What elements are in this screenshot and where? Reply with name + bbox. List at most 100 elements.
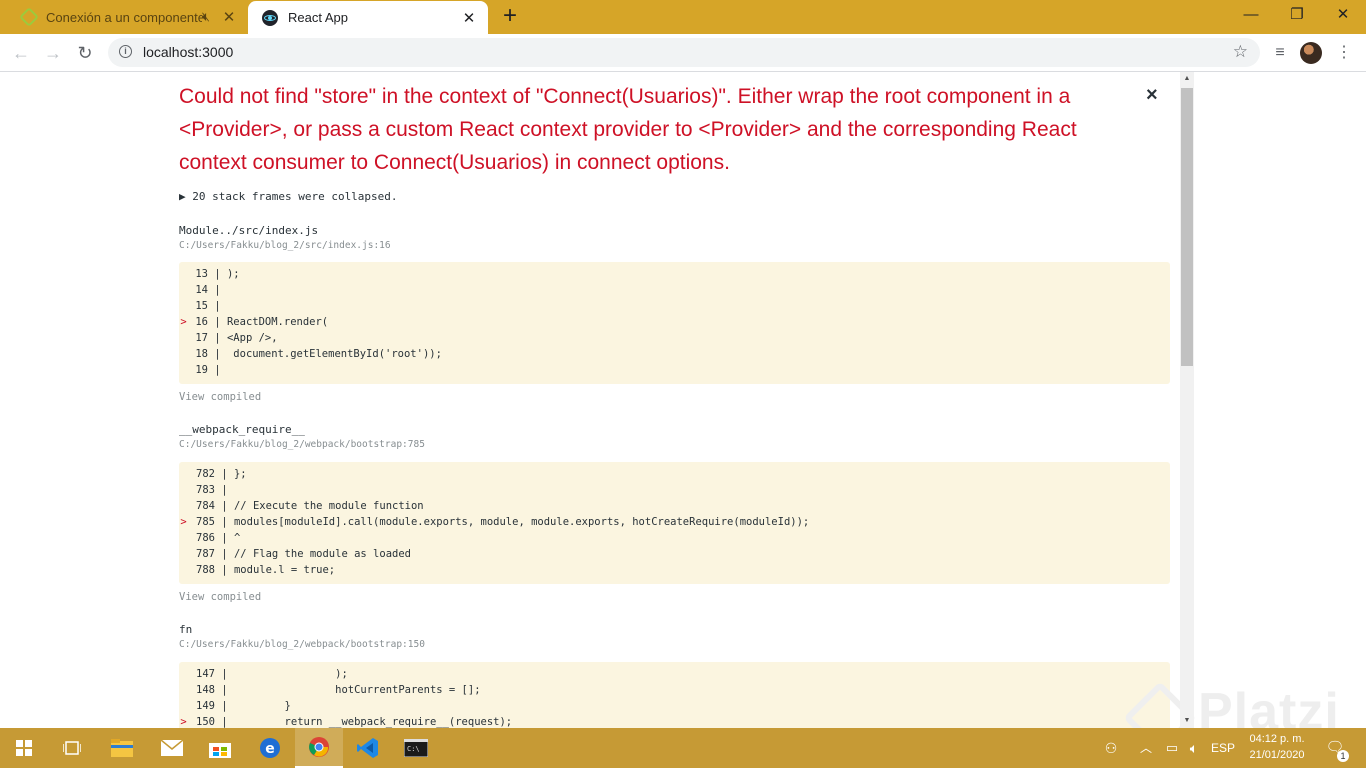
file-explorer-icon[interactable] xyxy=(98,728,146,768)
profile-avatar[interactable] xyxy=(1300,40,1324,66)
chrome-icon[interactable] xyxy=(295,728,343,768)
error-line-marker xyxy=(179,482,193,498)
line-number: 17 xyxy=(195,332,208,344)
close-window-button[interactable]: ✕ xyxy=(1320,0,1366,30)
code-text: } xyxy=(227,700,291,712)
code-line: 786 | ^ xyxy=(179,530,1170,546)
forward-button[interactable]: → xyxy=(40,40,66,66)
restore-button[interactable]: ❐ xyxy=(1274,0,1320,30)
volume-icon[interactable]: 🔈︎ xyxy=(1184,728,1204,768)
tab-close-icon[interactable]: ✕ xyxy=(218,8,240,26)
windows-taskbar: e C:\ ⚇ ︿ ▭ 🔈︎ ESP 04:12 p. m. 21/01/202… xyxy=(0,728,1366,768)
code-text: ); xyxy=(227,668,348,680)
gutter-separator: | xyxy=(215,564,228,576)
network-icon[interactable]: ▭ xyxy=(1162,728,1182,768)
new-tab-button[interactable]: + xyxy=(498,4,522,30)
code-text: ); xyxy=(220,268,240,280)
code-text: // Flag the module as loaded xyxy=(227,548,411,560)
address-bar[interactable]: i localhost:3000 ☆ xyxy=(108,38,1260,67)
error-line-marker: > xyxy=(180,516,193,528)
terminal-icon[interactable]: C:\ xyxy=(392,728,440,768)
gutter-separator: | xyxy=(215,532,228,544)
code-text: document.getElementById('root')); xyxy=(220,348,442,360)
code-line: 787 | // Flag the module as loaded xyxy=(179,546,1170,562)
vscode-icon[interactable] xyxy=(344,728,392,768)
view-compiled-link[interactable]: View compiled xyxy=(179,391,261,403)
code-text: ReactDOM.render( xyxy=(220,316,329,328)
browser-toolbar: ← → ↻ i localhost:3000 ☆ ≡ ⋮ xyxy=(0,34,1366,72)
stack-frame-path[interactable]: C:/Users/Fakku/blog_2/webpack/bootstrap:… xyxy=(179,639,425,650)
gutter-separator: | xyxy=(208,316,221,328)
close-overlay-button[interactable]: × xyxy=(1146,84,1158,107)
page-scrollbar[interactable]: ▲ ▼ xyxy=(1180,72,1194,728)
collapsed-frames-toggle[interactable]: ▶ 20 stack frames were collapsed. xyxy=(179,190,398,203)
task-view-icon[interactable] xyxy=(48,728,96,768)
code-text: module.l = true; xyxy=(227,564,336,576)
error-line-marker xyxy=(179,562,193,578)
bookmark-star-icon[interactable]: ☆ xyxy=(1233,42,1248,62)
store-icon[interactable] xyxy=(196,728,244,768)
line-number: 13 xyxy=(195,268,208,280)
line-number: 150 xyxy=(196,716,215,728)
code-text: }; xyxy=(227,468,247,480)
tab-title: Conexión a un componente xyxy=(46,9,202,25)
scroll-thumb[interactable] xyxy=(1181,88,1193,366)
speaker-muted-icon[interactable]: 🔇︎ xyxy=(202,9,210,25)
scroll-up-icon[interactable]: ▲ xyxy=(1180,72,1194,86)
tray-chevron-up-icon[interactable]: ︿ xyxy=(1138,728,1154,768)
svg-text:e: e xyxy=(265,741,275,757)
reload-button[interactable]: ↻ xyxy=(72,40,98,66)
menu-kebab-icon[interactable]: ⋮ xyxy=(1334,40,1354,66)
scroll-down-icon[interactable]: ▼ xyxy=(1180,714,1194,728)
gutter-separator: | xyxy=(215,500,228,512)
stack-frame-name: __webpack_require__ xyxy=(179,423,305,436)
line-number: 147 xyxy=(196,668,215,680)
code-text: modules[moduleId].call(module.exports, m… xyxy=(227,516,810,528)
back-button[interactable]: ← xyxy=(8,40,34,66)
clock[interactable]: 04:12 p. m. 21/01/2020 xyxy=(1240,731,1314,763)
error-line-marker xyxy=(179,698,193,714)
tab-close-icon[interactable]: ✕ xyxy=(458,9,480,27)
gutter-separator: | xyxy=(208,284,221,296)
media-controls-icon[interactable]: ≡ xyxy=(1268,40,1292,66)
avatar xyxy=(1300,42,1322,64)
code-line: 14 | xyxy=(179,282,1170,298)
minimize-button[interactable]: — xyxy=(1228,0,1274,30)
tab-react-app[interactable]: React App ✕ xyxy=(248,1,488,34)
error-line-marker xyxy=(179,282,193,298)
code-line: 782 | }; xyxy=(179,466,1170,482)
gutter-separator: | xyxy=(208,348,221,360)
gutter-separator: | xyxy=(208,300,221,312)
code-text: // Execute the module function xyxy=(227,500,424,512)
stack-frame-path[interactable]: C:/Users/Fakku/blog_2/src/index.js:16 xyxy=(179,240,391,251)
code-line: 784 | // Execute the module function xyxy=(179,498,1170,514)
mail-icon[interactable] xyxy=(148,728,196,768)
clock-time: 04:12 p. m. xyxy=(1249,733,1305,745)
line-number: 783 xyxy=(196,484,215,496)
language-indicator[interactable]: ESP xyxy=(1208,728,1238,768)
notifications-icon[interactable]: 🗨︎ xyxy=(1322,728,1348,768)
gutter-separator: | xyxy=(208,332,221,344)
edge-icon[interactable]: e xyxy=(246,728,294,768)
code-line: 149 | } xyxy=(179,698,1170,714)
code-line: 17 | <App />, xyxy=(179,330,1170,346)
stack-frame-path[interactable]: C:/Users/Fakku/blog_2/webpack/bootstrap:… xyxy=(179,439,425,450)
people-icon[interactable]: ⚇ xyxy=(1100,728,1122,768)
windows-start-icon[interactable] xyxy=(0,728,48,768)
error-line-marker xyxy=(179,298,193,314)
site-info-icon[interactable]: i xyxy=(119,45,132,58)
gutter-separator: | xyxy=(215,684,228,696)
error-line-marker: > xyxy=(180,316,193,328)
gutter-separator: | xyxy=(208,364,221,376)
line-number: 15 xyxy=(195,300,208,312)
tab-platzi[interactable]: Conexión a un componente 🔇︎ ✕ xyxy=(8,0,248,34)
error-line-marker xyxy=(179,330,193,346)
code-line: 15 | xyxy=(179,298,1170,314)
react-favicon-icon xyxy=(262,9,278,26)
svg-text:C:\: C:\ xyxy=(407,745,420,753)
error-message: Could not find "store" in the context of… xyxy=(179,85,1077,174)
url-text[interactable]: localhost:3000 xyxy=(143,44,233,60)
view-compiled-link[interactable]: View compiled xyxy=(179,591,261,603)
error-line-marker xyxy=(179,498,193,514)
code-line: 18 | document.getElementById('root')); xyxy=(179,346,1170,362)
